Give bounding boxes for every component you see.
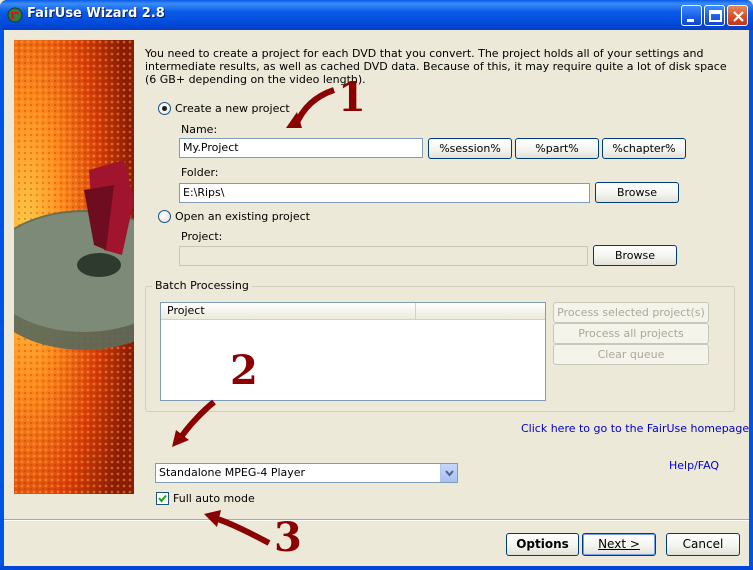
- app-icon: [7, 7, 23, 23]
- wizard-window: FairUse Wizard 2.8 You need to create a …: [0, 0, 753, 570]
- minimize-button[interactable]: [681, 5, 702, 26]
- annotation-number-3: 3: [274, 514, 302, 561]
- window-bottom-border: [0, 566, 753, 570]
- wizard-client-area: You need to create a project for each DV…: [4, 30, 749, 566]
- annotation-arrows: [172, 87, 336, 546]
- close-icon: [733, 11, 744, 22]
- title-bar[interactable]: FairUse Wizard 2.8: [0, 0, 753, 30]
- minimize-icon: [687, 19, 694, 22]
- maximize-button[interactable]: [704, 5, 725, 26]
- maximize-icon: [709, 10, 722, 22]
- annotation-number-1: 1: [338, 74, 366, 121]
- window-title: FairUse Wizard 2.8: [27, 6, 165, 21]
- annotation-number-2: 2: [230, 347, 258, 394]
- close-button[interactable]: [727, 5, 748, 26]
